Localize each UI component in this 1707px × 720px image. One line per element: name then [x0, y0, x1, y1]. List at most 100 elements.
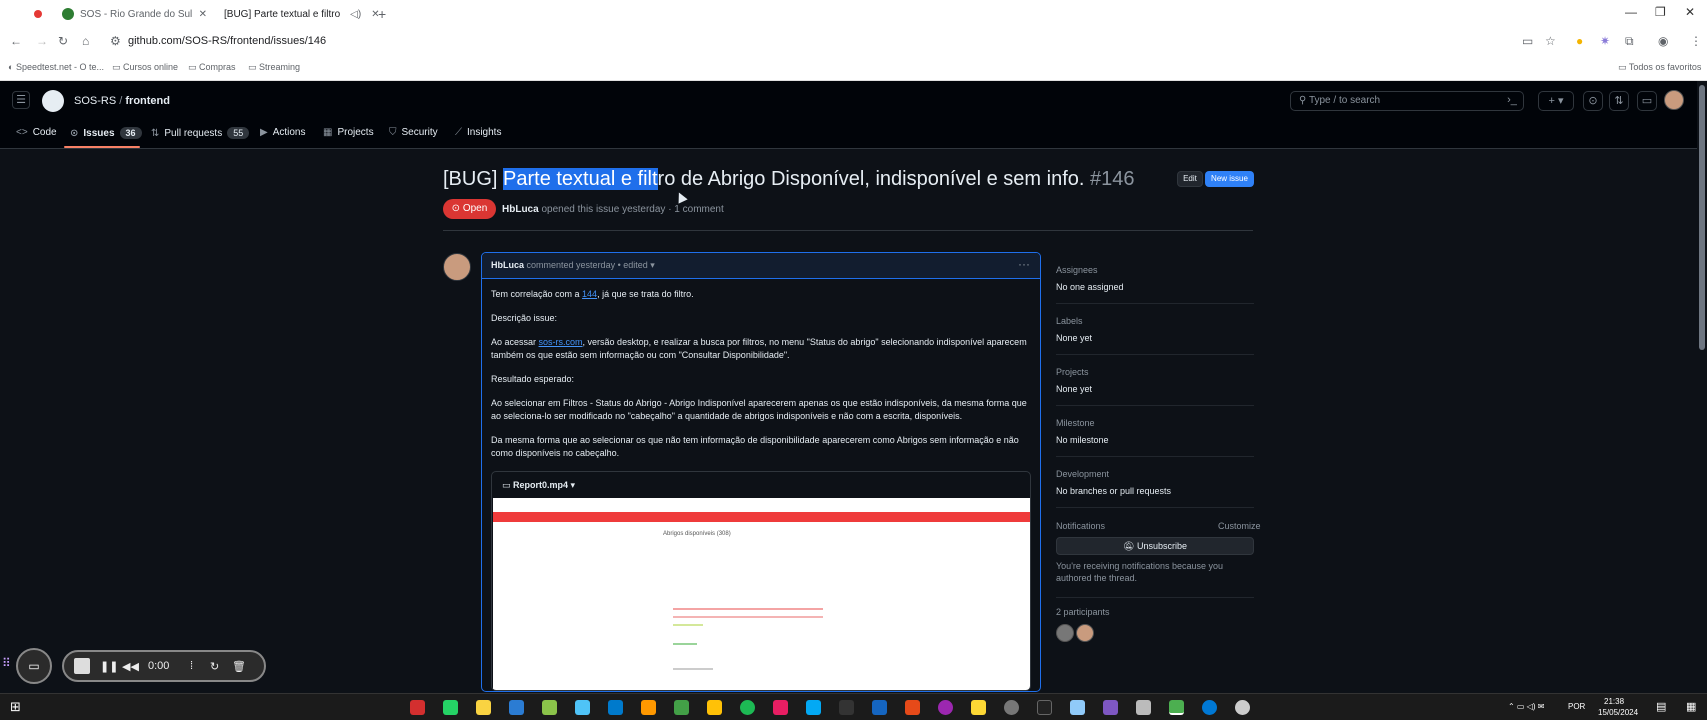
scrollbar-thumb[interactable]: [1699, 85, 1705, 350]
reload-icon[interactable]: ↻: [58, 34, 68, 48]
bookmark-speedtest[interactable]: ◐ Speedtest.net - O te...: [8, 62, 104, 72]
tab-insights[interactable]: ⟋ Insights: [455, 127, 501, 138]
author-link[interactable]: HbLuca: [502, 204, 539, 215]
repo-name-link[interactable]: frontend: [125, 95, 170, 107]
site-link[interactable]: sos-rs.com: [539, 337, 583, 347]
sidebar-labels-heading[interactable]: Labels: [1056, 316, 1083, 326]
bookmark-streaming[interactable]: ▭ Streaming: [248, 62, 300, 73]
profile-icon[interactable]: ◉: [1658, 34, 1668, 48]
input-language[interactable]: POR: [1568, 702, 1585, 711]
command-palette-icon[interactable]: ›_: [1502, 91, 1522, 111]
search-input[interactable]: ⚲ Type / to search: [1290, 91, 1524, 111]
app-icon[interactable]: [542, 700, 557, 715]
app-icon[interactable]: [938, 700, 953, 715]
browser-tab-github[interactable]: [BUG] Parte textual e filtro ◁) ✕: [218, 3, 380, 25]
close-icon[interactable]: ✕: [199, 9, 207, 20]
speaker-icon[interactable]: ◁): [350, 9, 361, 20]
whatsapp-icon[interactable]: [443, 700, 458, 715]
app-icon[interactable]: [773, 700, 788, 715]
app-icon[interactable]: [905, 700, 920, 715]
minimize-icon[interactable]: —: [1625, 5, 1637, 19]
app-icon[interactable]: [641, 700, 656, 715]
vscode-icon[interactable]: [608, 700, 623, 715]
browser-tab-sos[interactable]: SOS - Rio Grande do Sul ✕: [62, 3, 207, 25]
install-icon[interactable]: ▭: [1522, 34, 1533, 48]
app-icon[interactable]: [839, 700, 854, 715]
tab-issues[interactable]: ⊙ Issues 36: [70, 127, 142, 139]
menu-dots-icon[interactable]: ⋮: [1690, 34, 1702, 48]
sidebar-assignees-heading[interactable]: Assignees: [1056, 265, 1098, 275]
bookmark-cursos[interactable]: ▭ Cursos online: [112, 62, 178, 73]
file-explorer-icon[interactable]: [476, 700, 491, 715]
site-info-icon[interactable]: ⚙: [110, 34, 121, 48]
clock-time[interactable]: 21:38: [1604, 697, 1624, 706]
close-window-icon[interactable]: ✕: [1685, 5, 1695, 19]
app-icon[interactable]: [1136, 700, 1151, 715]
hamburger-menu-icon[interactable]: ☰: [12, 91, 30, 109]
pause-icon[interactable]: ❚❚: [100, 660, 118, 673]
spotify-icon[interactable]: [740, 700, 755, 715]
tab-actions[interactable]: ▶ Actions: [260, 127, 306, 138]
app-icon[interactable]: [575, 700, 590, 715]
chevron-down-icon[interactable]: ▾: [650, 260, 655, 270]
extensions-puzzle-icon[interactable]: ⧉: [1625, 34, 1634, 49]
kebab-menu-icon[interactable]: ···: [1018, 257, 1030, 271]
forward-icon[interactable]: →: [36, 34, 48, 48]
steam-icon[interactable]: [872, 700, 887, 715]
unsubscribe-button[interactable]: 🔕︎ Unsubscribe: [1056, 537, 1254, 555]
app-icon[interactable]: [509, 700, 524, 715]
show-desktop-icon[interactable]: ▦: [1686, 700, 1696, 713]
edit-title-button[interactable]: Edit: [1177, 171, 1203, 187]
all-bookmarks[interactable]: ▭ Todos os favoritos: [1618, 62, 1701, 73]
camera-button[interactable]: ▭: [16, 648, 52, 684]
edge-icon[interactable]: [1202, 700, 1217, 715]
app-icon[interactable]: [1103, 700, 1118, 715]
app-icon[interactable]: [707, 700, 722, 715]
tab-pull-requests[interactable]: ⇅ Pull requests 55: [151, 127, 250, 139]
avatar[interactable]: [1076, 624, 1094, 642]
back-icon[interactable]: ←: [10, 34, 22, 48]
avatar[interactable]: [1664, 90, 1684, 110]
bookmark-star-icon[interactable]: ☆: [1545, 34, 1556, 48]
browser-tab-recording[interactable]: [34, 3, 48, 25]
stop-button[interactable]: [74, 658, 90, 674]
github-logo-icon[interactable]: [42, 90, 64, 112]
extension-icon[interactable]: ●: [1576, 34, 1583, 48]
chrome-icon[interactable]: [1169, 700, 1184, 715]
sidebar-projects-heading[interactable]: Projects: [1056, 367, 1089, 377]
app-icon[interactable]: [971, 700, 986, 715]
issue-link[interactable]: 144: [582, 289, 597, 299]
tab-security[interactable]: ⛉ Security: [389, 127, 438, 138]
home-icon[interactable]: ⌂: [82, 34, 89, 48]
url-input[interactable]: github.com/SOS-RS/frontend/issues/146: [128, 35, 326, 47]
drag-handle-icon[interactable]: ⠿: [2, 656, 11, 670]
inbox-icon[interactable]: ▭: [1637, 91, 1657, 111]
trash-icon[interactable]: 🗑︎: [232, 660, 246, 673]
restore-icon[interactable]: ❐: [1655, 5, 1666, 19]
new-issue-button[interactable]: New issue: [1205, 171, 1254, 187]
notification-center-icon[interactable]: ▤: [1656, 700, 1666, 713]
clock-date[interactable]: 15/05/2024: [1598, 708, 1638, 717]
app-icon[interactable]: [1004, 700, 1019, 715]
create-new-button[interactable]: + ▾: [1538, 91, 1574, 111]
app-icon[interactable]: [674, 700, 689, 715]
comment-author-link[interactable]: HbLuca: [491, 260, 524, 270]
windows-start-icon[interactable]: ⊞: [10, 699, 21, 715]
video-attachment[interactable]: ▭ Report0.mp4 ▾ Abrigos disponíveis (308…: [491, 471, 1031, 691]
app-icon[interactable]: [806, 700, 821, 715]
grid-icon[interactable]: ⁞: [190, 660, 193, 672]
tab-code[interactable]: <> Code: [16, 127, 57, 138]
sidebar-milestone-heading[interactable]: Milestone: [1056, 418, 1095, 428]
opera-icon[interactable]: [410, 700, 425, 715]
new-tab-button[interactable]: +: [378, 3, 386, 25]
extension-icon[interactable]: ✷: [1600, 34, 1610, 48]
restart-icon[interactable]: ↻: [210, 660, 219, 673]
sidebar-development-heading[interactable]: Development: [1056, 469, 1109, 479]
tray-icons[interactable]: ⌃ ▭ ◁) ✉: [1508, 702, 1544, 711]
rewind-icon[interactable]: ◀◀: [122, 660, 139, 673]
app-icon[interactable]: [1235, 700, 1250, 715]
video-header[interactable]: ▭ Report0.mp4 ▾: [492, 472, 1030, 498]
app-icon[interactable]: [1037, 700, 1052, 715]
avatar[interactable]: [1056, 624, 1074, 642]
avatar[interactable]: [443, 253, 471, 281]
